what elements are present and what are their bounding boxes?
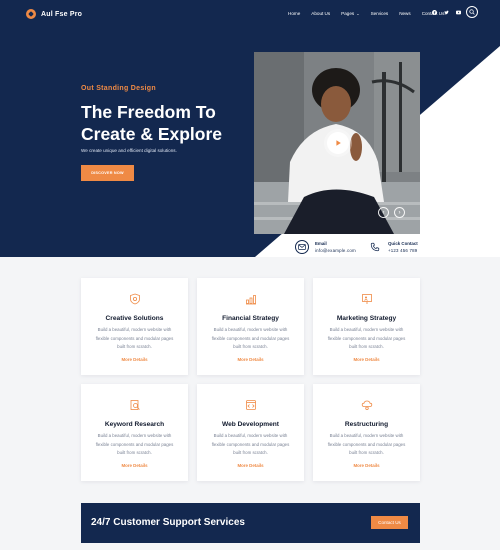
more-details-link[interactable]: More Details xyxy=(81,357,188,362)
bar-chart-icon xyxy=(246,295,256,305)
phone-value[interactable]: +123 456 789 xyxy=(388,248,418,253)
play-icon xyxy=(336,140,341,146)
slider-prev-button[interactable]: ‹ xyxy=(378,207,389,218)
arrow-right-icon: › xyxy=(398,209,401,216)
nav-services[interactable]: Services xyxy=(371,11,389,16)
email-contact: Email info@example.com xyxy=(295,240,356,254)
main-nav: Home About Us Pages ⌄ Services News Conta… xyxy=(288,11,455,16)
nav-news[interactable]: News xyxy=(399,11,411,16)
quick-contact: Quick Contact +123 456 789 xyxy=(368,240,418,254)
service-title: Keyword Research xyxy=(104,421,165,428)
nav-pages-label: Pages xyxy=(341,11,355,16)
shield-icon xyxy=(130,293,140,305)
mail-icon xyxy=(295,240,309,254)
more-details-link[interactable]: More Details xyxy=(197,357,304,362)
site-logo[interactable]: Aul Fse Pro xyxy=(26,9,82,19)
support-banner: 24/7 Customer Support Services Contact U… xyxy=(81,503,420,543)
nav-pages[interactable]: Pages ⌄ xyxy=(341,11,359,16)
hero-section: Aul Fse Pro Home About Us Pages ⌄ Service… xyxy=(0,0,500,257)
service-title: Financial Strategy xyxy=(222,315,279,322)
discover-now-button[interactable]: DISCOVER NOW xyxy=(81,165,134,181)
phone-icon xyxy=(368,240,382,254)
service-card: Keyword Research Build a beautiful, mode… xyxy=(81,384,188,481)
service-card: Creative Solutions Build a beautiful, mo… xyxy=(81,278,188,375)
nav-about-label: About Us xyxy=(311,11,331,16)
presentation-icon xyxy=(362,294,372,304)
chevron-down-icon: ⌄ xyxy=(356,11,360,16)
twitter-icon[interactable] xyxy=(444,10,449,15)
service-description: Build a beautiful, modern website with f… xyxy=(327,433,406,456)
search-button[interactable] xyxy=(466,6,478,18)
more-details-link[interactable]: More Details xyxy=(313,463,420,468)
youtube-icon[interactable] xyxy=(456,10,461,15)
hero-title: The Freedom To Create & Explore xyxy=(81,102,223,144)
nav-about-us[interactable]: About Us xyxy=(311,11,330,16)
cloud-settings-icon xyxy=(361,400,373,410)
email-label: Email xyxy=(315,241,327,246)
arrow-left-icon: ‹ xyxy=(382,209,385,216)
contact-us-button[interactable]: Contact Us xyxy=(371,516,408,529)
nav-home-label: Home xyxy=(288,11,301,16)
service-description: Build a beautiful, modern website with f… xyxy=(211,327,290,350)
service-description: Build a beautiful, modern website with f… xyxy=(327,327,406,350)
browser-code-icon xyxy=(246,400,256,410)
service-card: Restructuring Build a beautiful, modern … xyxy=(313,384,420,481)
service-title: Creative Solutions xyxy=(105,315,164,322)
quick-contact-label: Quick Contact xyxy=(388,241,418,246)
hero-subtitle: We create unique and efficient digital s… xyxy=(81,148,177,153)
search-doc-icon xyxy=(130,400,140,410)
hero-eyebrow: Out Standing Design xyxy=(81,85,156,92)
brand-name: Aul Fse Pro xyxy=(41,10,83,18)
nav-services-label: Services xyxy=(370,11,389,16)
more-details-link[interactable]: More Details xyxy=(313,357,420,362)
service-card: Web Development Build a beautiful, moder… xyxy=(197,384,304,481)
service-description: Build a beautiful, modern website with f… xyxy=(211,433,290,456)
email-value[interactable]: info@example.com xyxy=(315,248,356,253)
more-details-link[interactable]: More Details xyxy=(81,463,188,468)
service-description: Build a beautiful, modern website with f… xyxy=(95,433,174,456)
facebook-icon[interactable] xyxy=(432,10,437,15)
service-title: Marketing Strategy xyxy=(336,315,397,322)
play-video-button[interactable] xyxy=(327,132,349,154)
search-icon xyxy=(469,9,475,15)
service-card: Marketing Strategy Build a beautiful, mo… xyxy=(313,278,420,375)
logo-icon xyxy=(26,9,36,19)
social-links xyxy=(432,10,461,15)
service-card: Financial Strategy Build a beautiful, mo… xyxy=(197,278,304,375)
nav-home[interactable]: Home xyxy=(288,11,300,16)
service-description: Build a beautiful, modern website with f… xyxy=(95,327,174,350)
support-title: 24/7 Customer Support Services xyxy=(91,517,245,528)
slider-next-button[interactable]: › xyxy=(394,207,405,218)
service-title: Web Development xyxy=(221,421,280,428)
nav-news-label: News xyxy=(399,11,411,16)
more-details-link[interactable]: More Details xyxy=(197,463,304,468)
service-title: Restructuring xyxy=(344,421,389,428)
